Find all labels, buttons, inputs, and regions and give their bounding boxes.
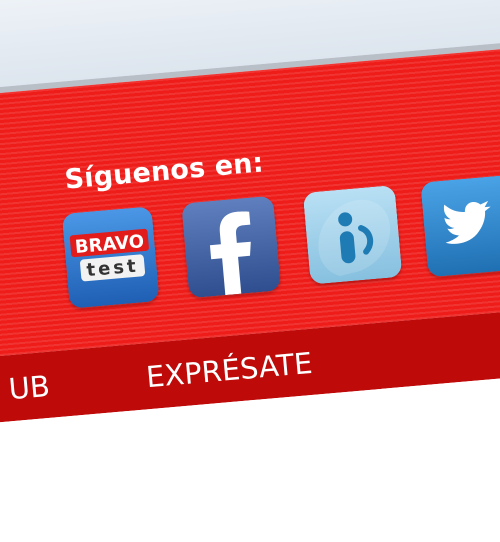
facebook-link[interactable]: [181, 196, 281, 299]
bravo-test-link[interactable]: BRAVO test: [62, 206, 160, 308]
header-scene: Síguenos en: BRAVO test UB EXPRÉSATE: [0, 0, 500, 542]
twitter-icon: [421, 175, 500, 277]
nav-item-club[interactable]: UB: [7, 369, 51, 406]
tuenti-icon: [303, 186, 402, 284]
twitter-link[interactable]: [420, 175, 500, 278]
bravo-test-icon: BRAVO test: [62, 207, 159, 308]
tuenti-link[interactable]: [303, 185, 403, 285]
facebook-icon: [182, 196, 281, 298]
